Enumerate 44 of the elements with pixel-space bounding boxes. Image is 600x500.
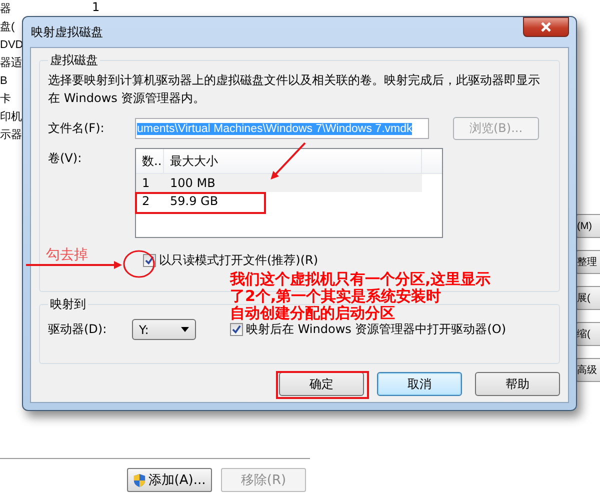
dialog-button[interactable]: 取消 [377, 372, 462, 396]
window-title: 映射虚拟磁盘 [31, 24, 103, 40]
device-label: 示器 [0, 128, 23, 143]
dialog-button[interactable]: 帮助 [475, 372, 560, 396]
device-label: DVD [0, 38, 24, 53]
group-title: 映射到 [49, 296, 87, 313]
device-label: 盘( [0, 20, 16, 35]
close-icon [540, 22, 552, 32]
device-label: 器适 [0, 56, 23, 71]
annotation-text: 了2个,第一个其实是系统安装时 [230, 288, 442, 305]
device-label: 印机 [0, 110, 23, 125]
device-count: 1 [92, 0, 100, 14]
device-label: 器 [0, 2, 12, 17]
column-header[interactable]: 最大大小 [164, 149, 422, 173]
dropdown-arrow-icon [181, 327, 189, 332]
group-title: 虚拟磁盘 [49, 52, 99, 69]
annotation-text: 自动创建分配的启动分区 [230, 305, 396, 322]
settings-button[interactable]: 缩( [576, 322, 600, 346]
device-label: 卡 [0, 92, 12, 107]
volume-row[interactable]: 1 100 MB [136, 174, 422, 192]
settings-button[interactable]: 高级 [576, 358, 600, 382]
hardware-button[interactable]: 添加(A)... [127, 468, 212, 492]
column-header[interactable]: 数.. [136, 149, 164, 173]
volume-list[interactable]: 数.. 最大大小 1 100 MB 2 59.9 GB [135, 148, 443, 238]
annotation-arrow [270, 142, 306, 180]
annotation-text: 勾去掉 [46, 246, 88, 264]
checkbox[interactable] [230, 323, 243, 336]
settings-button[interactable]: 展( [576, 286, 600, 310]
checkbox-label: 映射后在 Windows 资源管理器中打开驱动器(O) [246, 321, 506, 338]
dialog-button[interactable]: 确定 [279, 372, 364, 396]
description-text: 选择要映射到计算机驱动器上的虚拟磁盘文件以及相关联的卷。映射完成后，此驱动器即显示在 Windows 资源管理器内。 [48, 72, 541, 107]
shield-icon [133, 472, 146, 488]
field-label: 卷(V): [48, 150, 83, 167]
settings-button[interactable]: (M) [576, 214, 600, 238]
device-label: B [0, 74, 8, 89]
field-label: 驱动器(D): [48, 321, 108, 338]
settings-button[interactable]: 整理 [576, 250, 600, 274]
drive-dropdown[interactable]: Y: [132, 319, 196, 340]
annotation-circle [123, 250, 155, 278]
volume-row[interactable]: 2 59.9 GB [136, 192, 442, 210]
close-button[interactable] [523, 17, 569, 37]
checkbox-label: 以只读模式打开文件(推荐)(R) [159, 252, 318, 269]
field-label: 文件名(F): [48, 120, 106, 137]
annotation-text: 我们这个虚拟机只有一个分区,这里显示 [230, 271, 491, 288]
